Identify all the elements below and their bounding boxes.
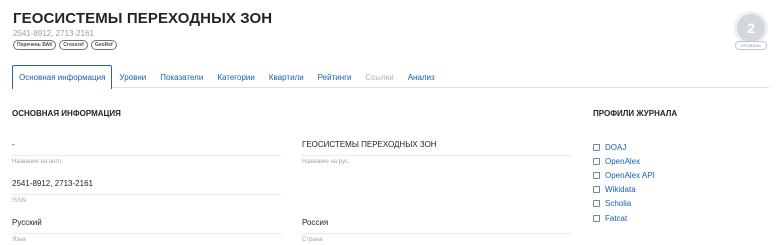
- level-indicator: 2 УРОВЕНЬ: [735, 12, 767, 50]
- level-label: УРОВЕНЬ: [735, 41, 767, 50]
- external-link-icon: [593, 171, 600, 179]
- divider: [12, 194, 282, 195]
- tab-basic-info[interactable]: Основная информация: [12, 65, 113, 89]
- field-label: Название на англ.: [12, 159, 63, 165]
- tab-analysis[interactable]: Анализ: [401, 65, 442, 88]
- tab-levels[interactable]: Уровни: [112, 65, 153, 88]
- profile-link-fatcat[interactable]: Fatcat: [593, 211, 655, 225]
- tab-categories[interactable]: Категории: [210, 65, 262, 88]
- badge-vak: Перечень ВАК: [13, 40, 57, 50]
- badge-crossref: Crossref: [59, 40, 88, 50]
- field-value: 2541-8912, 2713-2161: [12, 179, 93, 188]
- profiles-title: ПРОФИЛИ ЖУРНАЛА: [593, 109, 678, 118]
- profile-label: Scholia: [605, 199, 632, 209]
- journal-issn: 2541-8912, 2713-2161: [13, 29, 94, 38]
- badge-list: Перечень ВАК Crossref GeoRef: [13, 40, 117, 50]
- profile-link-doaj[interactable]: DOAJ: [593, 140, 655, 154]
- tab-quartiles[interactable]: Квартили: [262, 65, 311, 88]
- external-link-icon: [593, 157, 600, 165]
- profile-link-openalex[interactable]: OpenAlex: [593, 154, 655, 168]
- badge-georef: GeoRef: [90, 40, 117, 50]
- profile-label: OpenAlex API: [605, 170, 655, 180]
- field-label: Название на рус.: [302, 159, 350, 165]
- divider: [12, 233, 282, 234]
- field-value: -: [12, 140, 15, 149]
- field-label: ISSN: [12, 198, 27, 204]
- field-value: Россия: [302, 218, 329, 227]
- field-name-ru: ГЕОСИСТЕМЫ ПЕРЕХОДНЫХ ЗОН Название на ру…: [302, 140, 572, 165]
- external-link-icon: [593, 214, 600, 222]
- profile-label: Wikidata: [605, 185, 636, 195]
- field-label: Язык: [12, 237, 27, 243]
- field-name-en: - Название на англ.: [12, 140, 282, 165]
- tab-links: Ссылки: [365, 72, 394, 82]
- profile-list: DOAJ OpenAlex OpenAlex API Wikidata Scho…: [593, 140, 655, 225]
- profile-link-scholia[interactable]: Scholia: [593, 197, 655, 211]
- profile-label: Fatcat: [605, 213, 628, 223]
- external-link-icon: [593, 186, 600, 194]
- field-value: Русский: [12, 218, 42, 227]
- field-issn: 2541-8912, 2713-2161 ISSN: [12, 179, 282, 204]
- field-value: ГЕОСИСТЕМЫ ПЕРЕХОДНЫХ ЗОН: [302, 140, 437, 149]
- divider: [302, 233, 572, 234]
- profile-label: OpenAlex: [605, 156, 641, 166]
- external-link-icon: [593, 143, 600, 151]
- field-country: Россия Страна: [302, 218, 572, 243]
- divider: [302, 155, 572, 156]
- divider: [12, 155, 282, 156]
- profile-link-openalex-api[interactable]: OpenAlex API: [593, 168, 655, 182]
- field-language: Русский Язык: [12, 218, 282, 243]
- field-label: Страна: [302, 237, 323, 243]
- section-title: ОСНОВНАЯ ИНФОРМАЦИЯ: [12, 109, 121, 118]
- journal-title: ГЕОСИСТЕМЫ ПЕРЕХОДНЫХ ЗОН: [13, 10, 273, 27]
- level-value: 2: [737, 14, 765, 42]
- tab-bar: Основная информация Уровни Показатели Ка…: [12, 65, 769, 89]
- tab-ratings[interactable]: Рейтинги: [311, 65, 359, 88]
- profile-label: DOAJ: [605, 142, 627, 152]
- external-link-icon: [593, 200, 600, 208]
- profile-link-wikidata[interactable]: Wikidata: [593, 183, 655, 197]
- tab-metrics[interactable]: Показатели: [153, 65, 210, 88]
